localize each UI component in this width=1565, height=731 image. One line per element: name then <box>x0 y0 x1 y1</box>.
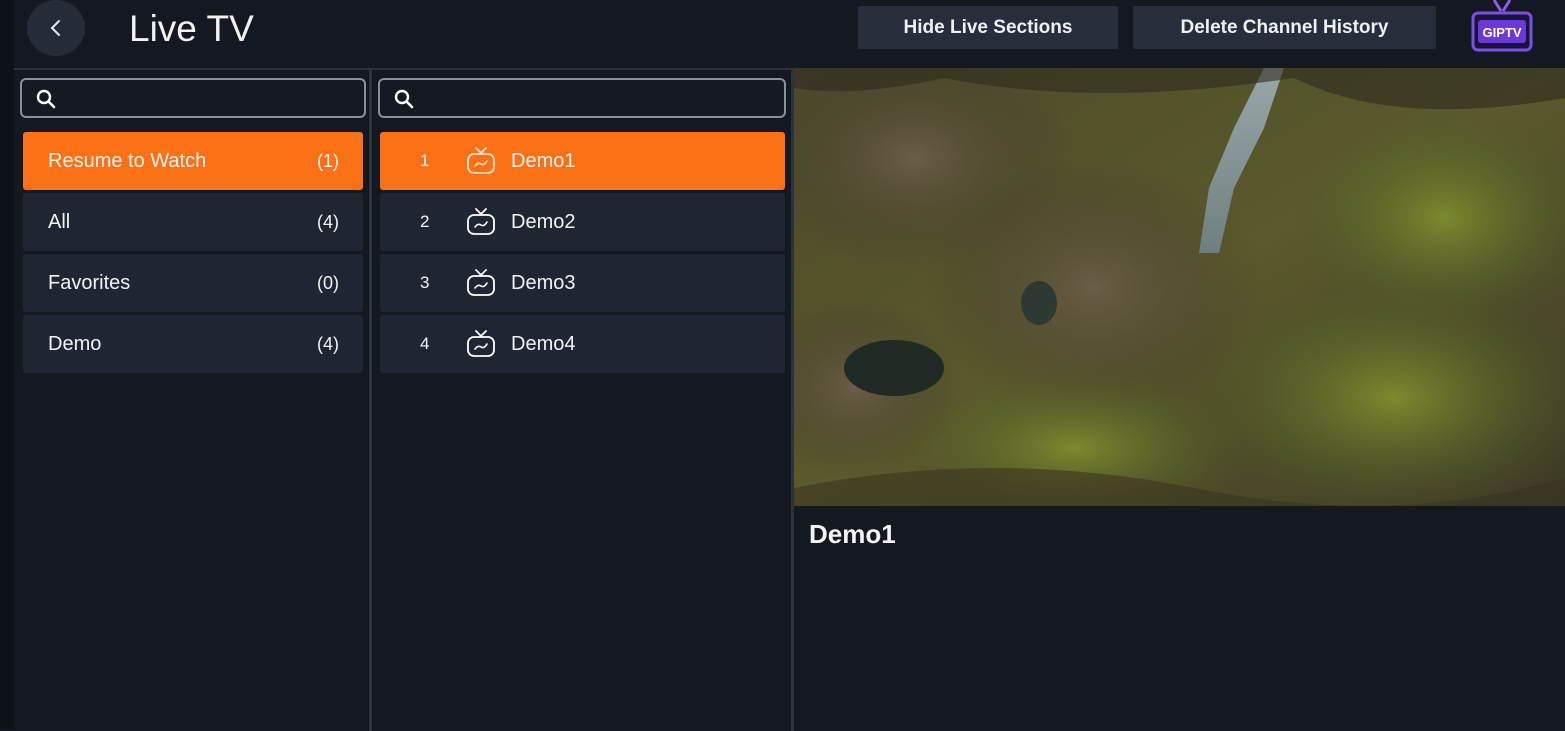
category-count: (0) <box>317 272 339 293</box>
tv-icon <box>467 147 495 174</box>
svg-text:GIPTV: GIPTV <box>1482 25 1521 40</box>
category-search-input[interactable] <box>66 84 356 114</box>
category-label: Demo <box>48 332 102 355</box>
giptv-logo: GIPTV <box>1471 0 1533 52</box>
search-icon <box>394 89 414 109</box>
channel-number: 2 <box>420 212 430 231</box>
channel-number: 1 <box>420 151 430 170</box>
channel-name: Demo3 <box>511 271 576 294</box>
chevron-left-icon <box>50 20 60 36</box>
channel-number: 4 <box>420 334 430 353</box>
delete-channel-history-button[interactable]: Delete Channel History <box>1133 6 1436 49</box>
category-panel: Resume to Watch (1) All (4) Favorites (0… <box>14 68 372 731</box>
channel-name: Demo4 <box>511 332 576 355</box>
category-label: All <box>48 210 71 233</box>
category-item-demo[interactable]: Demo (4) <box>23 315 363 373</box>
category-count: (1) <box>317 150 339 171</box>
category-count: (4) <box>317 211 339 232</box>
category-search-box[interactable] <box>20 78 366 118</box>
video-frame <box>794 68 1565 506</box>
category-label: Resume to Watch <box>48 149 207 172</box>
page-title: Live TV <box>129 8 254 49</box>
channel-list: 1 Demo1 2 Demo2 3 Demo3 4 Demo4 <box>380 132 785 376</box>
hide-live-sections-button[interactable]: Hide Live Sections <box>858 6 1118 49</box>
tv-icon <box>467 330 495 357</box>
category-item-resume-to-watch[interactable]: Resume to Watch (1) <box>23 132 363 190</box>
category-count: (4) <box>317 333 339 354</box>
back-button[interactable] <box>27 0 85 56</box>
channel-name: Demo2 <box>511 210 576 233</box>
tv-icon <box>467 269 495 296</box>
channel-item-demo1[interactable]: 1 Demo1 <box>380 132 785 190</box>
channel-item-demo3[interactable]: 3 Demo3 <box>380 254 785 312</box>
channel-item-demo4[interactable]: 4 Demo4 <box>380 315 785 373</box>
now-playing-title: Demo1 <box>809 519 896 549</box>
video-player[interactable] <box>794 68 1565 506</box>
channel-search-box[interactable] <box>378 78 786 118</box>
left-edge-strip <box>0 0 14 729</box>
channel-item-demo2[interactable]: 2 Demo2 <box>380 193 785 251</box>
category-item-all[interactable]: All (4) <box>23 193 363 251</box>
category-label: Favorites <box>48 271 131 294</box>
header-bar: Live TV Hide Live Sections Delete Channe… <box>14 0 1565 66</box>
channel-name: Demo1 <box>511 149 576 172</box>
search-icon <box>36 89 56 109</box>
category-list: Resume to Watch (1) All (4) Favorites (0… <box>23 132 363 376</box>
channel-number: 3 <box>420 273 430 292</box>
category-item-favorites[interactable]: Favorites (0) <box>23 254 363 312</box>
tv-icon <box>467 208 495 235</box>
channel-panel: 1 Demo1 2 Demo2 3 Demo3 4 Demo4 <box>372 68 794 731</box>
channel-search-input[interactable] <box>424 84 776 114</box>
